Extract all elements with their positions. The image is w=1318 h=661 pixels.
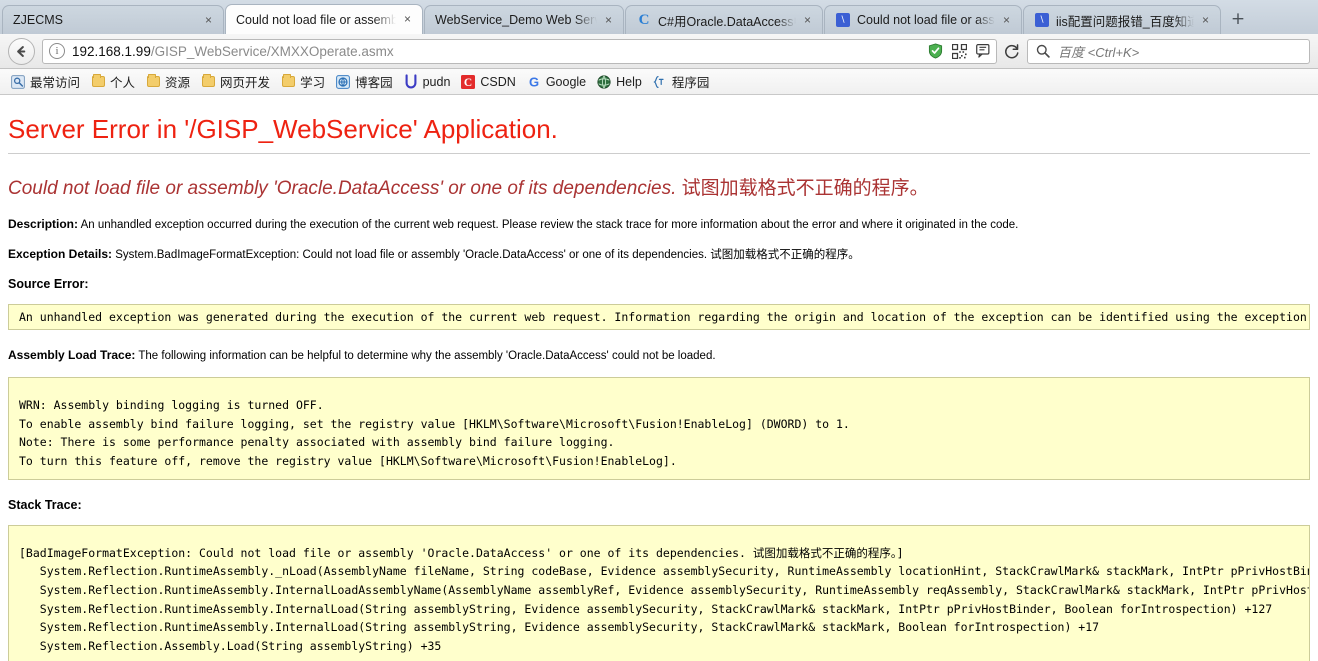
browser-tab-5[interactable]: \ Could not load file or asse × bbox=[824, 5, 1022, 34]
navigation-toolbar: i 192.168.1.99/GISP_WebService/XMXXOpera… bbox=[0, 34, 1318, 69]
tab-title: iis配置问题报错_百度知道 bbox=[1056, 14, 1194, 29]
tab-close-icon[interactable]: × bbox=[999, 13, 1014, 28]
url-path: /GISP_WebService/XMXXOperate.asmx bbox=[150, 43, 394, 59]
bookmark-label: 博客园 bbox=[355, 76, 393, 90]
bookmark-folder-webdev[interactable]: 网页开发 bbox=[196, 70, 276, 93]
description-paragraph: Description: An unhandled exception occu… bbox=[8, 217, 1310, 231]
bookmark-label: 网页开发 bbox=[220, 76, 271, 90]
description-label: Description: bbox=[8, 216, 79, 231]
baidu-icon: \ bbox=[1034, 12, 1050, 28]
source-error-title: Source Error: bbox=[8, 276, 89, 291]
folder-icon bbox=[280, 74, 296, 90]
chengxuyuan-icon bbox=[652, 74, 668, 90]
google-icon: G bbox=[526, 74, 542, 90]
bookmarks-bar: 最常访问 个人 资源 网页开发 学习 博客园 pudn C CSDN G Goo… bbox=[0, 69, 1318, 95]
tab-close-icon[interactable]: × bbox=[201, 13, 216, 28]
tab-close-icon[interactable]: × bbox=[400, 12, 415, 27]
reload-button[interactable] bbox=[999, 39, 1023, 63]
browser-window: ZJECMS × Could not load file or assembl … bbox=[0, 0, 1318, 661]
browser-tab-1[interactable]: ZJECMS × bbox=[2, 5, 224, 34]
exception-details-text: System.BadImageFormatException: Could no… bbox=[112, 248, 860, 261]
bookmark-csdn[interactable]: C CSDN bbox=[456, 72, 521, 92]
assembly-load-trace-text: The following information can be helpful… bbox=[135, 350, 716, 363]
title-divider bbox=[8, 152, 1310, 154]
bookmark-label: 资源 bbox=[165, 76, 191, 90]
search-icon bbox=[1034, 43, 1051, 60]
folder-icon bbox=[145, 74, 161, 90]
address-bar-icons bbox=[921, 43, 992, 60]
bookmark-folder-personal[interactable]: 个人 bbox=[86, 70, 141, 93]
tab-title: Could not load file or assembl bbox=[236, 12, 396, 27]
tab-close-icon[interactable]: × bbox=[1198, 13, 1213, 28]
bookmark-label: 学习 bbox=[300, 76, 326, 90]
assembly-load-trace-label: Assembly Load Trace: bbox=[8, 348, 136, 363]
bookmark-cnblogs[interactable]: 博客园 bbox=[331, 70, 399, 93]
csdn-red-icon: C bbox=[460, 74, 476, 90]
tab-close-icon[interactable]: × bbox=[601, 13, 616, 28]
tab-close-icon[interactable]: × bbox=[800, 13, 815, 28]
new-tab-button[interactable]: + bbox=[1225, 7, 1251, 33]
stack-trace-title: Stack Trace: bbox=[8, 497, 82, 512]
baidu-icon: \ bbox=[835, 12, 851, 28]
exception-details-paragraph: Exception Details: System.BadImageFormat… bbox=[8, 246, 1310, 262]
reload-icon bbox=[1004, 43, 1018, 58]
site-info-icon[interactable]: i bbox=[49, 43, 65, 59]
svg-text:G: G bbox=[529, 75, 539, 89]
bookmark-label: pudn bbox=[422, 74, 451, 89]
bookmark-folder-study[interactable]: 学习 bbox=[276, 70, 331, 93]
cnblogs-icon bbox=[335, 74, 351, 90]
error-summary-cn: 试图加载格式不正确的程序。 bbox=[681, 177, 929, 199]
bookmark-label: Google bbox=[545, 74, 587, 89]
error-summary-en: Could not load file or assembly 'Oracle.… bbox=[8, 177, 682, 199]
back-button[interactable] bbox=[8, 37, 35, 65]
bookmark-pudn[interactable]: pudn bbox=[399, 72, 457, 92]
screenshot-icon[interactable] bbox=[975, 43, 992, 60]
bookmark-help[interactable]: Help bbox=[592, 72, 648, 92]
assembly-load-trace-paragraph: Assembly Load Trace: The following infor… bbox=[8, 348, 1310, 362]
tab-title: C#用Oracle.DataAccess中文 bbox=[658, 14, 796, 29]
bookmark-google[interactable]: G Google bbox=[522, 72, 592, 92]
tab-title: ZJECMS bbox=[13, 13, 63, 27]
url-text: 192.168.1.99/GISP_WebService/XMXXOperate… bbox=[72, 44, 921, 59]
source-error-box: An unhandled exception was generated dur… bbox=[8, 303, 1310, 331]
csdn-icon: C bbox=[638, 11, 650, 28]
browser-tab-2-active[interactable]: Could not load file or assembl × bbox=[225, 4, 423, 34]
svg-text:C: C bbox=[464, 77, 472, 89]
address-bar[interactable]: i 192.168.1.99/GISP_WebService/XMXXOpera… bbox=[42, 38, 997, 64]
bookmark-chengxuyuan[interactable]: 程序园 bbox=[648, 70, 716, 93]
description-text: An unhandled exception occurred during t… bbox=[78, 218, 1019, 231]
browser-tab-4[interactable]: C C#用Oracle.DataAccess中文 × bbox=[625, 5, 823, 34]
tab-title: Could not load file or asse bbox=[857, 13, 995, 27]
bookmark-label: CSDN bbox=[480, 74, 516, 89]
bookmark-label: 个人 bbox=[110, 76, 136, 90]
bookmark-label: 程序园 bbox=[671, 76, 710, 90]
page-content: Server Error in '/GISP_WebService' Appli… bbox=[0, 95, 1318, 661]
folder-icon bbox=[200, 74, 216, 90]
assembly-load-trace-box: WRN: Assembly binding logging is turned … bbox=[8, 377, 1310, 480]
tab-title: WebService_Demo Web Servic bbox=[435, 13, 597, 27]
stack-trace-box: [BadImageFormatException: Could not load… bbox=[8, 524, 1310, 661]
pudn-icon bbox=[403, 74, 419, 90]
bookmark-folder-resources[interactable]: 资源 bbox=[141, 70, 196, 93]
folder-icon bbox=[90, 74, 106, 90]
browser-tab-6[interactable]: \ iis配置问题报错_百度知道 × bbox=[1023, 5, 1221, 34]
error-summary: Could not load file or assembly 'Oracle.… bbox=[8, 173, 1310, 200]
search-input-placeholder[interactable]: 百度 <Ctrl+K> bbox=[1058, 42, 1139, 61]
bookmark-label: Help bbox=[616, 74, 642, 89]
exception-details-label: Exception Details: bbox=[8, 246, 113, 261]
qrcode-icon[interactable] bbox=[951, 43, 968, 60]
tab-strip: ZJECMS × Could not load file or assembl … bbox=[0, 0, 1318, 34]
shield-icon[interactable] bbox=[927, 43, 944, 60]
most-visited-icon bbox=[10, 74, 26, 90]
bookmark-most-visited[interactable]: 最常访问 bbox=[6, 70, 86, 93]
url-host: 192.168.1.99 bbox=[72, 43, 151, 59]
help-globe-icon bbox=[596, 74, 612, 90]
bookmark-label: 最常访问 bbox=[30, 76, 81, 90]
search-bar[interactable]: 百度 <Ctrl+K> bbox=[1027, 38, 1310, 64]
page-title: Server Error in '/GISP_WebService' Appli… bbox=[8, 114, 558, 144]
back-arrow-icon bbox=[17, 45, 26, 57]
browser-tab-3[interactable]: WebService_Demo Web Servic × bbox=[424, 5, 624, 34]
